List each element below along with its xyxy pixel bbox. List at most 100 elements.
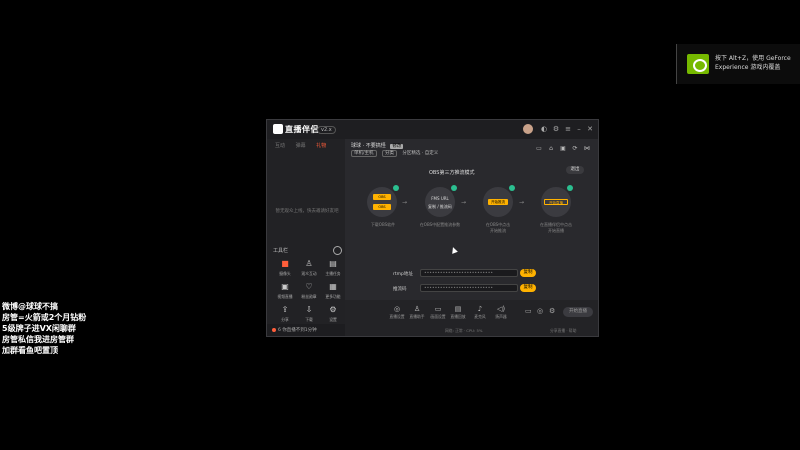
- gear-icon[interactable]: ⚙: [551, 124, 561, 134]
- step-label-line: 开始直播: [548, 228, 564, 233]
- empty-message: 暂无观众上线，快去邀请好友吧: [275, 209, 339, 214]
- app-logo-icon: [273, 124, 283, 134]
- minimize-icon[interactable]: –: [574, 124, 584, 134]
- copy-key-button[interactable]: 复制: [520, 284, 536, 292]
- skin-icon[interactable]: ◐: [539, 124, 549, 134]
- step-2-label: 在OBS中配置推流参数: [412, 222, 468, 228]
- arrow-icon: →: [461, 199, 467, 206]
- status-right[interactable]: 分享直播 · 帮助: [550, 328, 576, 334]
- check-icon: [567, 185, 573, 191]
- toast-text: 按下 Alt+Z，使用 GeForce Experience 游戏内覆盖: [715, 54, 791, 72]
- geforce-toast: 按下 Alt+Z，使用 GeForce Experience 游戏内覆盖: [676, 44, 800, 84]
- step-3-label: 在OBS中点击 开始推流: [470, 222, 526, 234]
- overlay-line: 房管私信我进房管群: [2, 335, 74, 344]
- footer-tool[interactable]: ♪ 麦克风: [470, 304, 490, 320]
- share-icon[interactable]: ⋈: [583, 145, 591, 153]
- room-title-text: 球球 · 不要搞怪: [351, 143, 386, 149]
- tool-label: 粉丝勋章: [301, 294, 317, 299]
- edit-title-button[interactable]: 修改: [390, 144, 404, 149]
- footer-tool[interactable]: ◎ 直播设置: [387, 304, 407, 320]
- arrow-icon: →: [519, 199, 525, 206]
- copy-rtmp-button[interactable]: 复制: [520, 269, 536, 277]
- step-text: 复制 / 推流码: [428, 204, 452, 209]
- scene-icon[interactable]: ▣: [559, 145, 567, 153]
- gear-icon[interactable]: ⚙: [549, 307, 555, 315]
- streaming-app-window: 直播伴侣 v2.x ◐ ⚙ ≡ – ✕ 互动 弹幕 礼物 暂无观众上线，快去邀请…: [266, 119, 599, 337]
- avatar[interactable]: [523, 124, 533, 134]
- tool-more[interactable]: ▦ 更多功能: [321, 282, 345, 304]
- main-panel: 球球 · 不要搞怪 修改 单机/主机 分类 分区精选 · 自定义 ▭ ⌂ ▣ ⟳…: [345, 139, 598, 336]
- tool-label: 设置: [329, 317, 337, 322]
- camera-icon: ■: [281, 259, 289, 268]
- tool-label: 主播任务: [325, 271, 341, 276]
- live-notice: 6 你直播不到1分钟: [267, 324, 345, 336]
- category-chip[interactable]: 单机/主机: [351, 150, 377, 157]
- rtmp-field[interactable]: ••••••••••••••••••••••••••: [420, 269, 518, 277]
- version-badge[interactable]: v2.x: [317, 126, 336, 134]
- footer-tool-label: 画面设置: [430, 314, 446, 319]
- check-icon: [509, 185, 515, 191]
- notice-text: 6 你直播不到1分钟: [278, 328, 317, 333]
- step-label-line: 开始推流: [490, 228, 506, 233]
- step-4-label: 在直播伴侣中点击 开始直播: [528, 222, 584, 234]
- fans-icon: ♡: [305, 282, 313, 291]
- more-icon: ▦: [329, 282, 337, 291]
- category-chip[interactable]: 分类: [381, 150, 397, 157]
- sidebar-tabs: 互动 弹幕 礼物: [275, 142, 335, 149]
- step-2-circle: FMS URL 复制 / 推流码: [425, 185, 457, 217]
- step-3-circle: 开始推流: [483, 185, 515, 217]
- overlay-line: 5级牌子进VX闲聊群: [2, 324, 76, 333]
- tab-interaction[interactable]: 互动: [275, 143, 285, 149]
- tool-label: 摄像头: [279, 271, 291, 276]
- status-left: 网络: 正常 · CPU: 5%: [445, 328, 483, 333]
- step-1-circle: OBS OBS: [367, 185, 399, 217]
- tab-danmaku[interactable]: 弹幕: [296, 143, 306, 149]
- record-icon[interactable]: ◎: [537, 307, 543, 315]
- check-icon: [451, 185, 457, 191]
- tool-camera[interactable]: ■ 摄像头: [273, 259, 297, 281]
- footer-tool[interactable]: ▭ 画面设置: [428, 304, 448, 320]
- menu-icon[interactable]: ≡: [563, 124, 573, 134]
- assist-icon: ♙: [413, 305, 421, 313]
- video-icon: ▣: [281, 282, 289, 291]
- step-pill: OBS: [373, 194, 391, 200]
- tab-gifts[interactable]: 礼物: [316, 143, 326, 149]
- nvidia-logo-icon: [687, 54, 709, 74]
- tool-fans[interactable]: ♡ 粉丝勋章: [297, 282, 321, 304]
- step-pill: 开始推流: [488, 199, 508, 205]
- rtmp-label: rtmp地址: [393, 272, 413, 277]
- gear-icon: ⚙: [329, 305, 337, 314]
- tool-label: 更多功能: [325, 294, 341, 299]
- share-icon: ⇪: [281, 305, 289, 314]
- footer-tool-label: 直播设置: [389, 314, 405, 319]
- speaker-icon: ◁): [496, 305, 506, 313]
- room-tags: 单机/主机 分类 分区精选 · 自定义: [351, 150, 439, 157]
- tools-settings-icon[interactable]: [333, 246, 342, 255]
- step-4-circle: 开始直播: [541, 185, 573, 217]
- toast-line-2: Experience 游戏内覆盖: [715, 64, 781, 71]
- close-icon[interactable]: ✕: [585, 124, 595, 134]
- refresh-icon[interactable]: ⟳: [571, 145, 579, 153]
- task-icon: ▤: [329, 259, 337, 268]
- tool-label: 下载: [305, 317, 313, 322]
- step-title: OBS第三方推流模式: [429, 170, 475, 176]
- tool-video[interactable]: ▣ 视频直播: [273, 282, 297, 304]
- tool-audience[interactable]: ♙ 观众互动: [297, 259, 321, 281]
- lock-icon[interactable]: ⌂: [547, 145, 555, 153]
- room-extra: 分区精选 · 自定义: [402, 151, 439, 156]
- exit-button[interactable]: 退出: [566, 166, 584, 174]
- tool-task[interactable]: ▤ 主播任务: [321, 259, 345, 281]
- layout-icon[interactable]: ▭: [535, 145, 543, 153]
- start-live-button[interactable]: 开始直播: [563, 307, 593, 317]
- app-name: 直播伴侣: [285, 125, 319, 134]
- footer-tool[interactable]: ▤ 直播回放: [448, 304, 468, 320]
- screen-icon: ▭: [434, 305, 442, 313]
- toast-line-1: 按下 Alt+Z，使用 GeForce: [715, 55, 791, 62]
- footer-tool[interactable]: ◁) 扬声器: [491, 304, 511, 320]
- stream-key-field[interactable]: ••••••••••••••••••••••••••: [420, 284, 518, 292]
- arrow-icon: →: [402, 199, 408, 206]
- footer-tool-label: 麦克风: [474, 314, 486, 319]
- footer-tool[interactable]: ♙ 直播助手: [407, 304, 427, 320]
- footer-tool-label: 直播回放: [450, 314, 466, 319]
- camera-icon[interactable]: ▭: [525, 307, 532, 315]
